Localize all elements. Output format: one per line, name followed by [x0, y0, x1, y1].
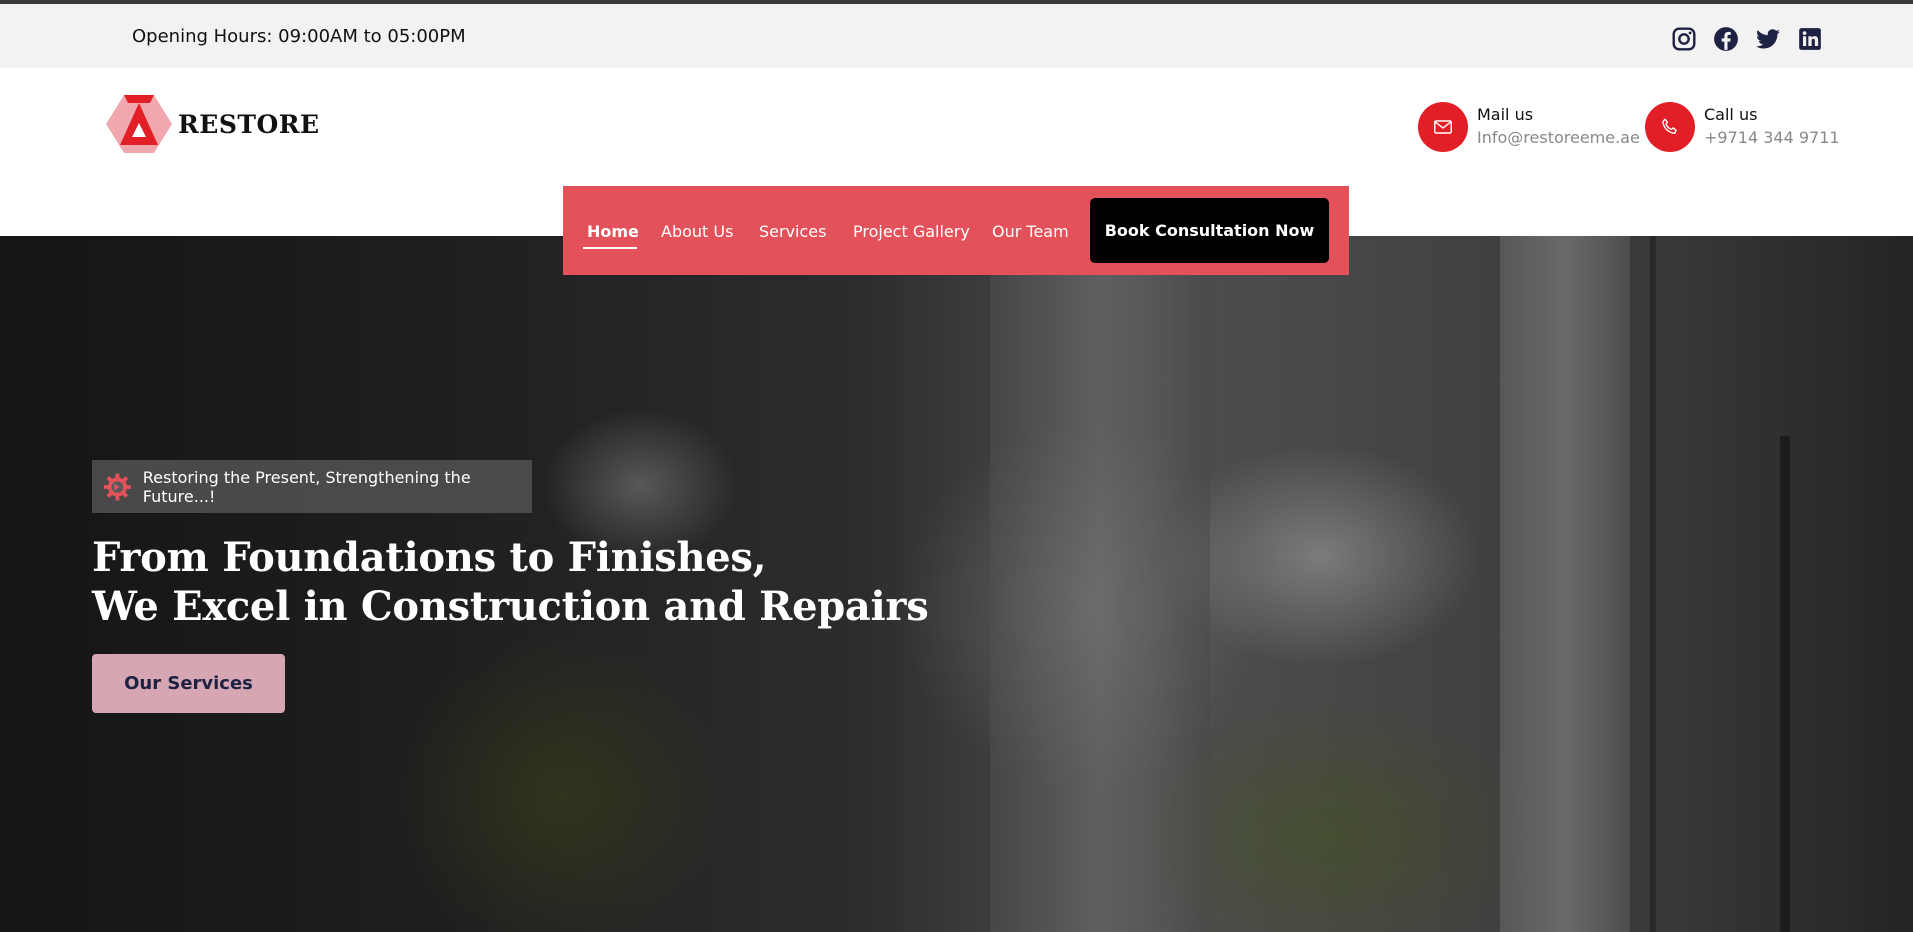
active-nav-underline [583, 247, 637, 249]
top-info-bar: Opening Hours: 09:00AM to 05:00PM [0, 4, 1913, 68]
envelope-icon [1434, 120, 1452, 134]
mail-contact[interactable]: Mail us Info@restoreeme.ae [1418, 102, 1640, 152]
our-services-button[interactable]: Our Services [92, 654, 285, 713]
call-icon-circle [1645, 102, 1695, 152]
facebook-link[interactable] [1713, 26, 1739, 52]
book-consultation-button[interactable]: Book Consultation Now [1090, 198, 1329, 263]
headline-line-1: From Foundations to Finishes, [92, 534, 767, 581]
phone-number[interactable]: +9714 344 9711 [1704, 126, 1840, 150]
nav-item-our-team[interactable]: Our Team [992, 222, 1069, 241]
linkedin-icon [1799, 28, 1821, 50]
linkedin-link[interactable] [1797, 26, 1823, 52]
twitter-icon [1756, 29, 1780, 49]
call-contact[interactable]: Call us +9714 344 9711 [1645, 102, 1840, 152]
hero-tagline: Restoring the Present, Strengthening the… [92, 460, 532, 513]
logo-mark-icon [106, 95, 172, 153]
opening-hours: Opening Hours: 09:00AM to 05:00PM [132, 26, 466, 47]
nav-item-home[interactable]: Home [587, 222, 639, 241]
instagram-link[interactable] [1671, 26, 1697, 52]
social-links [1671, 26, 1823, 52]
nav-item-about-us[interactable]: About Us [661, 222, 733, 241]
headline-line-2: We Excel in Construction and Repairs [92, 583, 929, 630]
nav-item-project-gallery[interactable]: Project Gallery [853, 222, 970, 241]
brand-name: RESTORE [178, 109, 320, 139]
phone-icon [1662, 118, 1677, 135]
twitter-link[interactable] [1755, 26, 1781, 52]
logo[interactable]: RESTORE [106, 95, 320, 153]
nav-item-services[interactable]: Services [759, 222, 826, 241]
mail-address[interactable]: Info@restoreeme.ae [1477, 126, 1640, 150]
mail-icon-circle [1418, 102, 1468, 152]
instagram-icon [1672, 27, 1696, 51]
tagline-text: Restoring the Present, Strengthening the… [142, 467, 471, 506]
mail-label: Mail us [1477, 105, 1534, 124]
facebook-icon [1714, 27, 1738, 51]
call-label: Call us [1704, 105, 1758, 124]
hero-headline: From Foundations to Finishes, We Excel i… [92, 533, 929, 631]
main-nav: Home About Us Services Project Gallery O… [563, 186, 1349, 275]
gear-icon [103, 473, 131, 500]
